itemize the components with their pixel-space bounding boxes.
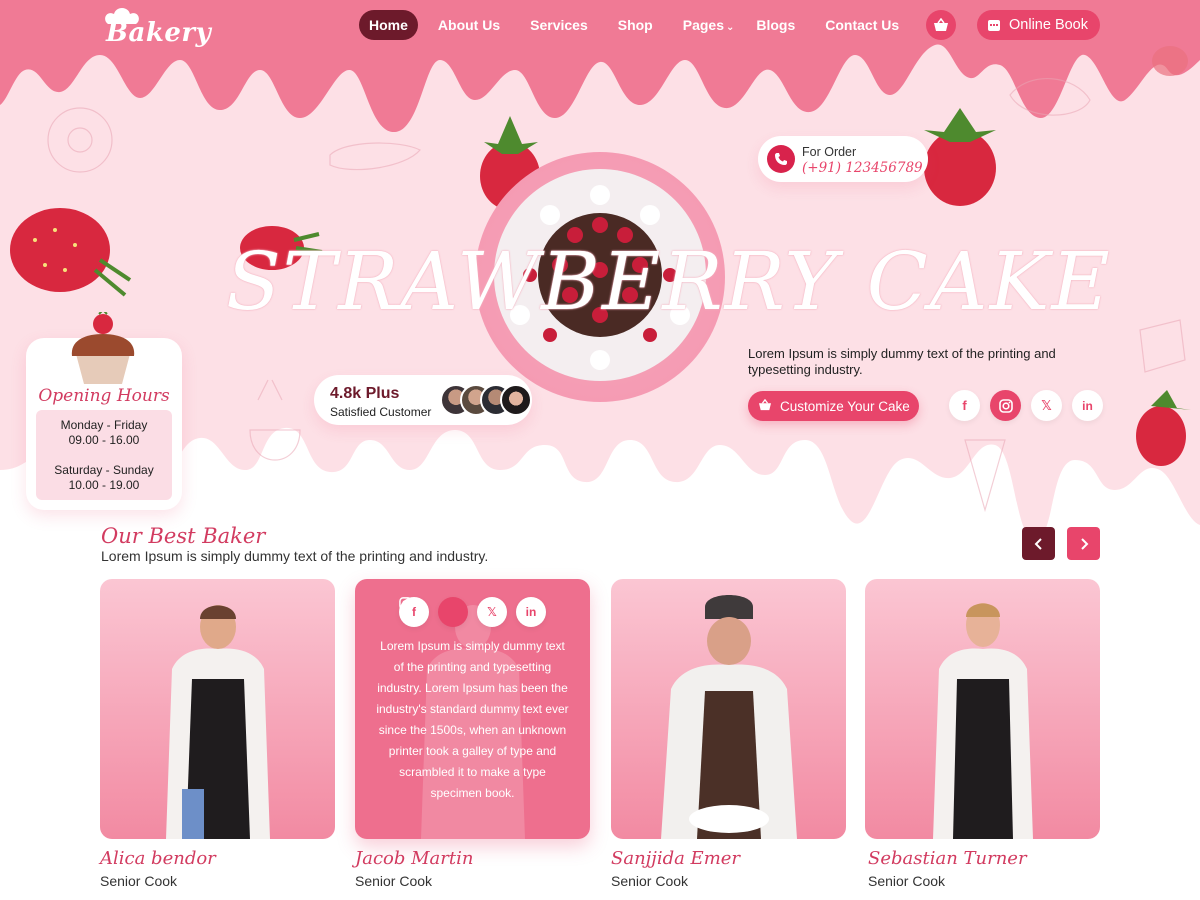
bakers-section-title: Our Best Baker [101, 524, 266, 548]
linkedin-icon[interactable]: in [516, 597, 546, 627]
nav-about-us[interactable]: About Us [428, 10, 510, 40]
hero-description: Lorem Ipsum is simply dummy text of the … [748, 346, 1056, 377]
baker-card[interactable] [865, 579, 1100, 839]
baker-card[interactable] [100, 579, 335, 839]
customer-avatars [440, 384, 532, 416]
instagram-icon[interactable] [990, 390, 1021, 421]
weekend-time: 10.00 - 19.00 [68, 478, 140, 492]
baker-bio: Lorem Ipsum is simply dummy text of the … [376, 639, 569, 800]
satisfied-count: 4.8k Plus [330, 385, 400, 402]
for-order-phone: (+91) 123456789 [802, 160, 923, 176]
strawberry-icon [924, 108, 996, 206]
chevron-right-icon [1080, 537, 1088, 550]
chevron-down-icon: ⌄ [725, 22, 735, 33]
baker-socials: f 𝕏 in [399, 597, 546, 627]
main-nav: Home About Us Services Shop Pages ⌄ Blogs… [359, 10, 919, 40]
baker-name: Sebastian Turner [868, 848, 1027, 869]
online-book-label: Online Book [1009, 17, 1088, 33]
instagram-icon[interactable] [399, 597, 468, 627]
weekday-time: 09.00 - 16.00 [68, 433, 140, 447]
avatar [500, 384, 532, 416]
baker-photo [166, 605, 270, 839]
basket-icon [758, 398, 772, 414]
hero-socials: f 𝕏 in [949, 390, 1103, 421]
nav-pages-label: Pages [682, 17, 724, 33]
baker-card[interactable] [611, 579, 846, 839]
online-book-button[interactable]: Online Book [977, 10, 1100, 40]
for-order-label: For Order [802, 145, 857, 159]
satisfied-label: Satisfied Customer [330, 405, 432, 419]
strawberry-icon [10, 208, 132, 297]
customize-cake-button[interactable]: Customize Your Cake [748, 391, 919, 421]
baker-role: Senior Cook [868, 873, 946, 889]
phone-icon [767, 145, 795, 173]
basket-icon [934, 18, 948, 31]
logo-text: Bakery [106, 18, 212, 48]
baker-photo [661, 595, 797, 839]
prev-arrow-button[interactable] [1022, 527, 1055, 560]
baker-card-overlay[interactable]: f 𝕏 in Lorem Ipsum is simply dummy text … [355, 579, 590, 839]
strawberry-icon [1136, 390, 1191, 466]
nav-services[interactable]: Services [520, 10, 598, 40]
baker-role: Senior Cook [355, 873, 433, 889]
bakers-section-subtitle: Lorem Ipsum is simply dummy text of the … [101, 548, 489, 564]
nav-shop[interactable]: Shop [608, 10, 663, 40]
baker-photo [933, 603, 1033, 839]
bakery-logo[interactable]: Bakery [98, 6, 211, 56]
cupcake-icon [71, 312, 135, 384]
baker-role: Senior Cook [100, 873, 178, 889]
nav-home[interactable]: Home [359, 10, 418, 40]
baker-name: Jacob Martin [355, 848, 474, 869]
weekend-days: Saturday - Sunday [54, 463, 154, 477]
baker-name: Alica bendor [100, 848, 216, 869]
opening-hours-times: Monday - Friday 09.00 - 16.00 Saturday -… [36, 410, 172, 500]
cart-button[interactable] [926, 10, 956, 40]
chevron-left-icon [1034, 537, 1042, 550]
nav-contact-us[interactable]: Contact Us [815, 10, 909, 40]
weekday-days: Monday - Friday [60, 418, 148, 432]
for-order-badge[interactable]: For Order (+91) 123456789 [758, 136, 928, 182]
baker-name: Sanjjida Emer [611, 848, 741, 869]
customize-cake-label: Customize Your Cake [780, 398, 910, 414]
facebook-icon[interactable]: f [949, 390, 980, 421]
strawberry-icon [1152, 46, 1188, 76]
nav-pages[interactable]: Pages ⌄ [673, 10, 745, 40]
nav-blogs[interactable]: Blogs [746, 10, 805, 40]
x-twitter-icon[interactable]: 𝕏 [477, 597, 507, 627]
x-twitter-icon[interactable]: 𝕏 [1031, 390, 1062, 421]
calendar-icon [988, 20, 1000, 31]
hero-title: STRAWBERRY CAKE [226, 235, 1112, 328]
linkedin-icon[interactable]: in [1072, 390, 1103, 421]
baker-role: Senior Cook [611, 873, 689, 889]
next-arrow-button[interactable] [1067, 527, 1100, 560]
opening-hours-title: Opening Hours [38, 386, 170, 406]
